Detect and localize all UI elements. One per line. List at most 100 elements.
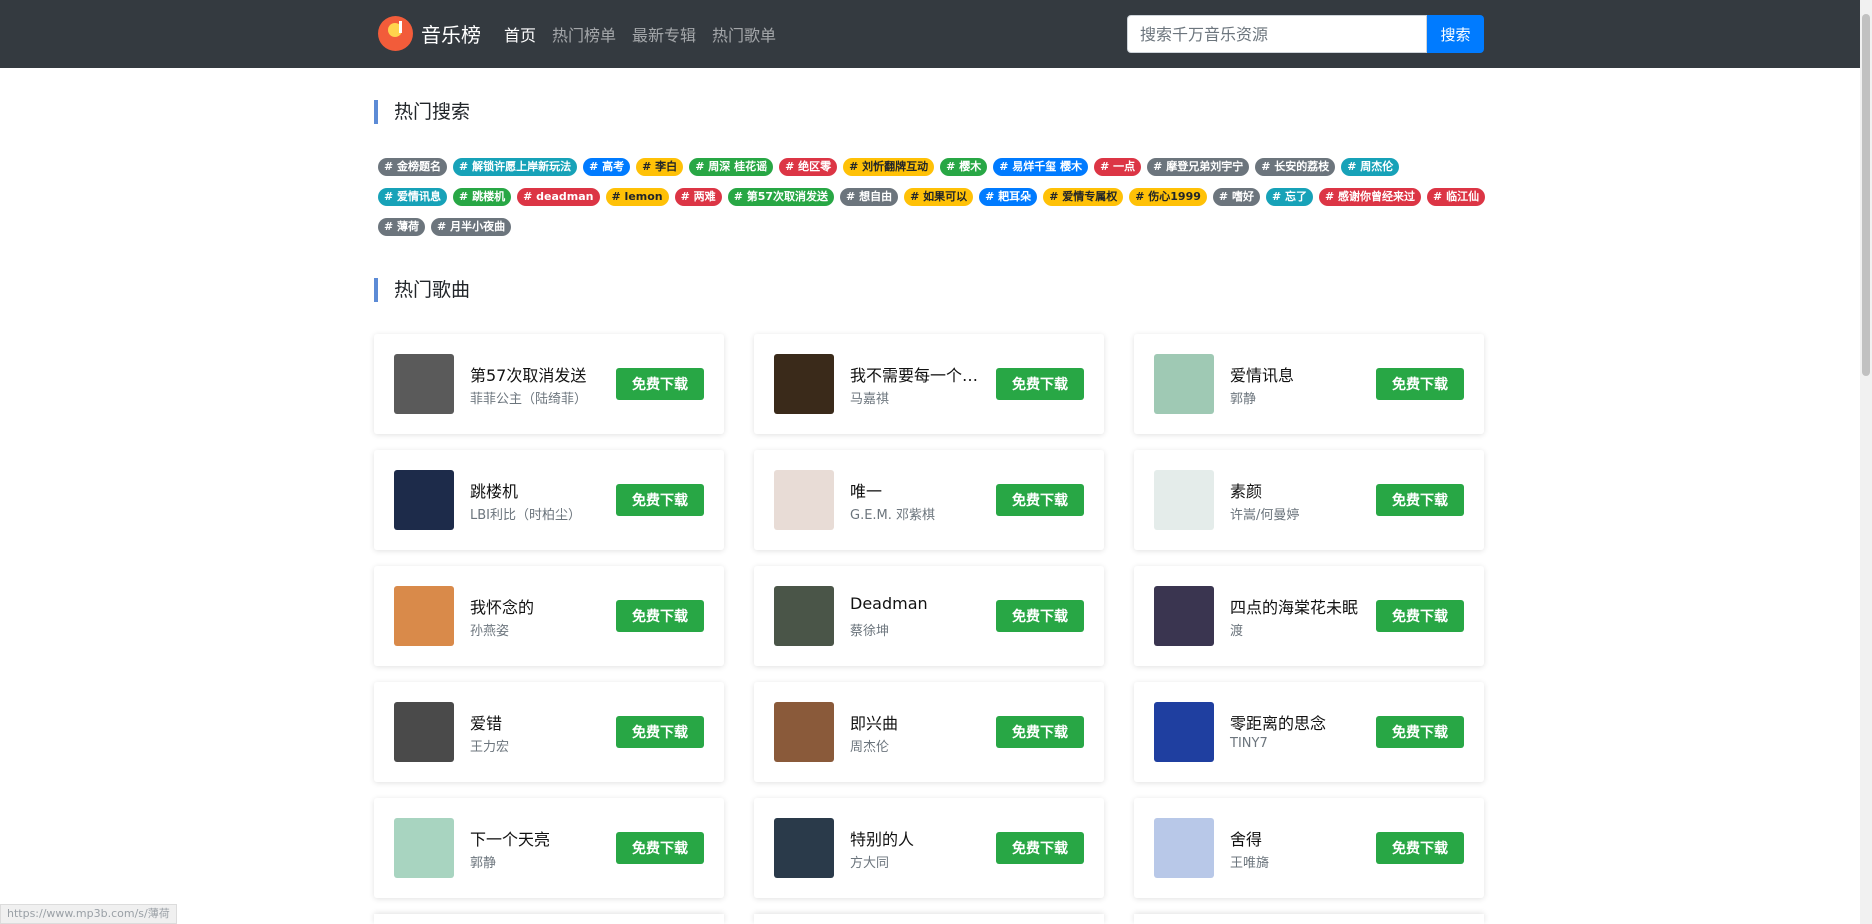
free-download-button[interactable]: 免费下载 — [996, 600, 1084, 632]
hot-search-tag[interactable]: # 如果可以 — [904, 188, 974, 206]
hot-search-tag[interactable]: # 两难 — [674, 188, 722, 206]
song-title[interactable]: 下一个天亮 — [470, 826, 610, 850]
hot-search-tag[interactable]: # 樱木 — [940, 158, 988, 176]
song-title[interactable]: Deadman — [850, 594, 990, 613]
album-cover[interactable] — [774, 470, 834, 530]
song-card[interactable]: 爱情讯息 郭静 免费下载 — [1134, 334, 1484, 434]
hot-search-tag[interactable]: # 李白 — [636, 158, 684, 176]
hot-search-tag[interactable]: # 想自由 — [840, 188, 899, 206]
song-card[interactable]: 特别的人 方大同 免费下载 — [754, 798, 1104, 898]
song-card[interactable]: 爱错 王力宏 免费下载 — [374, 682, 724, 782]
hot-search-tag[interactable]: # 跳楼机 — [453, 188, 512, 206]
hot-search-tag[interactable]: # 一点 — [1094, 158, 1142, 176]
song-title[interactable]: 舍得 — [1230, 826, 1370, 850]
hot-search-tag[interactable]: # lemon — [605, 188, 669, 206]
song-title[interactable]: 零距离的思念 — [1230, 710, 1370, 734]
song-card[interactable]: 唯一 G.E.M. 邓紫棋 免费下载 — [754, 450, 1104, 550]
song-card[interactable]: Deadman 蔡徐坤 免费下载 — [754, 566, 1104, 666]
hot-search-tag[interactable]: # 长安的荔枝 — [1255, 158, 1336, 176]
nav-item-home[interactable]: 首页 — [504, 22, 536, 46]
free-download-button[interactable]: 免费下载 — [616, 832, 704, 864]
song-title[interactable]: 爱情讯息 — [1230, 362, 1370, 386]
song-card[interactable]: 下一个天亮郭静 免费下载 — [374, 798, 724, 898]
song-title[interactable]: 第57次取消发送 — [470, 362, 610, 386]
song-card[interactable]: 第57次取消发送 菲菲公主（陆绮菲） 免费下载 — [374, 334, 724, 434]
hot-search-tag[interactable]: # 金榜题名 — [378, 158, 448, 176]
hot-search-tag[interactable]: # 伤心1999 — [1129, 188, 1207, 206]
song-title[interactable]: 我怀念的 — [470, 594, 610, 618]
search-button[interactable]: 搜索 — [1427, 15, 1484, 53]
song-title[interactable]: 跳楼机 — [470, 478, 610, 502]
free-download-button[interactable]: 免费下载 — [616, 484, 704, 516]
song-title[interactable]: 唯一 — [850, 478, 990, 502]
song-card[interactable]: 我怀念的 孙燕姿 免费下载 — [374, 566, 724, 666]
nav-item-new-albums[interactable]: 最新专辑 — [632, 22, 696, 46]
hot-search-tag[interactable]: # 耙耳朵 — [979, 188, 1038, 206]
song-card[interactable]: 即兴曲 周杰伦 免费下载 — [754, 682, 1104, 782]
hot-search-tag[interactable]: # 摩登兄弟刘宇宁 — [1147, 158, 1250, 176]
album-cover[interactable] — [394, 586, 454, 646]
album-cover[interactable] — [1154, 702, 1214, 762]
page-scrollbar[interactable] — [1860, 0, 1872, 924]
hot-search-tag[interactable]: # 月半小夜曲 — [431, 218, 512, 236]
hot-search-tag[interactable]: # 第57次取消发送 — [727, 188, 835, 206]
hot-search-tag[interactable]: # 爱情讯息 — [378, 188, 448, 206]
song-card[interactable]: 我不需要每一个人... 马嘉祺 免费下载 — [754, 334, 1104, 434]
album-cover[interactable] — [394, 354, 454, 414]
search-input[interactable] — [1127, 15, 1427, 53]
song-title[interactable]: 即兴曲 — [850, 710, 990, 734]
hot-search-tag[interactable]: # 嗜好 — [1212, 188, 1260, 206]
hot-search-tag[interactable]: # 刘忻翻牌互动 — [843, 158, 935, 176]
nav-item-hot-charts[interactable]: 热门榜单 — [552, 22, 616, 46]
free-download-button[interactable]: 免费下载 — [996, 832, 1084, 864]
free-download-button[interactable]: 免费下载 — [616, 600, 704, 632]
song-card[interactable]: 舍得 王唯旖 免费下载 — [1134, 798, 1484, 898]
song-card[interactable]: 素颜 许嵩/何曼婷 免费下载 — [1134, 450, 1484, 550]
song-artist: 郭静 — [470, 856, 497, 871]
hot-search-tag[interactable]: # deadman — [517, 188, 600, 206]
album-cover[interactable] — [1154, 818, 1214, 878]
free-download-button[interactable]: 免费下载 — [616, 716, 704, 748]
album-cover[interactable] — [394, 702, 454, 762]
song-title[interactable]: 素颜 — [1230, 478, 1370, 502]
hot-search-tag[interactable]: # 高考 — [583, 158, 631, 176]
free-download-button[interactable]: 免费下载 — [1376, 716, 1464, 748]
song-card[interactable]: 四点的海棠花未眠渡 免费下载 — [1134, 566, 1484, 666]
hot-search-tag[interactable]: # 临江仙 — [1427, 188, 1486, 206]
free-download-button[interactable]: 免费下载 — [1376, 832, 1464, 864]
free-download-button[interactable]: 免费下载 — [1376, 600, 1464, 632]
free-download-button[interactable]: 免费下载 — [616, 368, 704, 400]
brand[interactable]: 音乐榜 — [378, 16, 481, 51]
album-cover[interactable] — [774, 354, 834, 414]
free-download-button[interactable]: 免费下载 — [996, 368, 1084, 400]
hot-search-tag[interactable]: # 爱情专属权 — [1043, 188, 1124, 206]
free-download-button[interactable]: 免费下载 — [1376, 368, 1464, 400]
song-title[interactable]: 特别的人 — [850, 826, 990, 850]
free-download-button[interactable]: 免费下载 — [996, 484, 1084, 516]
album-cover[interactable] — [1154, 586, 1214, 646]
hot-search-tag[interactable]: # 感谢你曾经来过 — [1319, 188, 1422, 206]
hot-search-tag[interactable]: # 周深 桂花谣 — [689, 158, 774, 176]
song-title[interactable]: 我不需要每一个人... — [850, 362, 990, 386]
album-cover[interactable] — [774, 702, 834, 762]
free-download-button[interactable]: 免费下载 — [1376, 484, 1464, 516]
free-download-button[interactable]: 免费下载 — [996, 716, 1084, 748]
hot-search-tag[interactable]: # 绝区零 — [779, 158, 838, 176]
album-cover[interactable] — [394, 818, 454, 878]
nav-item-hot-playlists[interactable]: 热门歌单 — [712, 22, 776, 46]
song-card[interactable]: 零距离的思念 TINY7 免费下载 — [1134, 682, 1484, 782]
song-title[interactable]: 爱错 — [470, 710, 610, 734]
hot-search-tag[interactable]: # 忘了 — [1265, 188, 1313, 206]
album-cover[interactable] — [1154, 470, 1214, 530]
song-card[interactable]: 跳楼机 LBI利比（时柏尘） 免费下载 — [374, 450, 724, 550]
hot-search-tag[interactable]: # 易烊千玺 樱木 — [993, 158, 1089, 176]
album-cover[interactable] — [774, 586, 834, 646]
album-cover[interactable] — [394, 470, 454, 530]
song-title[interactable]: 四点的海棠花未眠 — [1230, 594, 1370, 618]
hot-search-tag[interactable]: # 解锁许愿上岸新玩法 — [453, 158, 578, 176]
scrollbar-thumb[interactable] — [1862, 14, 1870, 376]
hot-search-tag[interactable]: # 薄荷 — [378, 218, 426, 236]
hot-search-tag[interactable]: # 周杰伦 — [1341, 158, 1400, 176]
album-cover[interactable] — [774, 818, 834, 878]
album-cover[interactable] — [1154, 354, 1214, 414]
